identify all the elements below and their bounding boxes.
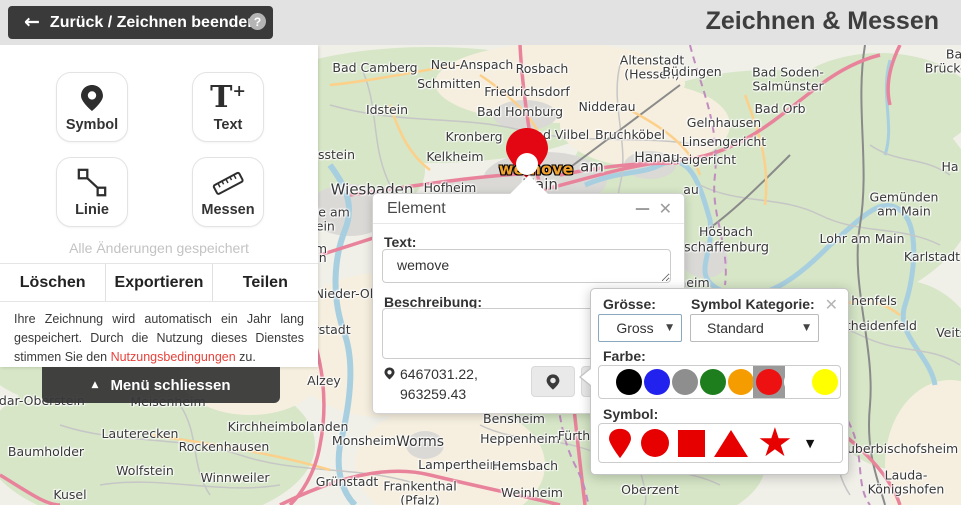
zeichnen-messen-app: Bad CambergNeu-AnspachRosbachAltenstadt … — [0, 0, 961, 505]
color-swatch-box — [598, 365, 841, 399]
popup-close-icon[interactable]: ✕ — [825, 295, 838, 314]
tool-label: Text — [214, 117, 243, 133]
chevron-up-icon: ▲ — [92, 380, 99, 390]
text-input[interactable]: wemove — [382, 249, 671, 283]
map-marker-anchor-dot — [516, 153, 538, 175]
color-swatch-red[interactable] — [756, 369, 782, 395]
linie-icon — [76, 167, 108, 199]
tool-button-messen[interactable]: Messen — [192, 157, 264, 227]
coordinates-value: 6467031.22, 963259.43 — [400, 364, 494, 405]
page-title: Zeichnen & Messen — [706, 7, 939, 36]
chevron-down-icon: ▼ — [803, 323, 810, 333]
color-swatch-orange[interactable] — [728, 369, 754, 395]
minimize-icon[interactable]: — — [635, 199, 650, 217]
help-icon[interactable]: ? — [249, 13, 266, 30]
color-swatch-black[interactable] — [616, 369, 642, 395]
coordinates-display: 6467031.22, 963259.43 — [384, 364, 494, 405]
text-icon: T+ — [210, 82, 246, 114]
symbol-choice-box: ★▼ — [598, 423, 843, 463]
size-select[interactable]: Gross ▼ — [598, 314, 682, 342]
location-pin-icon — [384, 366, 395, 381]
color-swatch-blue[interactable] — [644, 369, 670, 395]
color-swatch-green[interactable] — [700, 369, 726, 395]
color-swatch-gray[interactable] — [672, 369, 698, 395]
dialog-header: Element — ✕ — [373, 194, 684, 224]
color-swatch-yellow[interactable] — [812, 369, 838, 395]
color-label: Farbe: — [603, 348, 646, 364]
back-button-label: Zurück / Zeichnen beenden — [50, 14, 257, 32]
symbol-option-circle[interactable] — [641, 429, 669, 457]
symbol-option-triangle[interactable] — [714, 430, 748, 457]
symbol-label: Symbol: — [603, 406, 658, 422]
symbol-style-button[interactable] — [531, 366, 575, 397]
dialog-pointer — [510, 175, 548, 194]
chevron-down-icon: ▼ — [666, 323, 673, 333]
action-button-row: LöschenExportierenTeilen — [0, 263, 318, 302]
drawing-tools-sidebar: Symbol T+ Text Linie Messen Alle Änderungen … — [0, 45, 318, 367]
close-icon[interactable]: ✕ — [659, 199, 672, 218]
category-label: Symbol Kategorie: — [691, 296, 815, 312]
action-button-teilen[interactable]: Teilen — [212, 264, 318, 301]
pin-icon — [546, 373, 560, 391]
symbol-option-square[interactable] — [678, 430, 705, 457]
color-swatch-white[interactable] — [784, 369, 810, 395]
size-label: Grösse: — [603, 296, 656, 312]
tool-button-symbol[interactable]: Symbol — [56, 72, 128, 142]
symbol-option-pin[interactable] — [608, 428, 632, 459]
symbol-more-chevron-icon[interactable]: ▼ — [806, 437, 814, 450]
menu-close-button[interactable]: ▲ Menü schliessen — [42, 367, 280, 403]
symbol-option-star[interactable]: ★ — [757, 429, 793, 457]
legal-text: Ihre Zeichnung wird automatisch ein Jahr… — [14, 310, 304, 366]
action-button-löschen[interactable]: Löschen — [0, 264, 105, 301]
action-button-exportieren[interactable]: Exportieren — [105, 264, 211, 301]
tool-label: Linie — [75, 202, 109, 218]
terms-link[interactable]: Nutzungsbedingungen — [111, 350, 236, 364]
save-status-text: Alle Änderungen gespeichert — [0, 240, 318, 256]
text-field-label: Text: — [384, 234, 416, 250]
tool-button-linie[interactable]: Linie — [56, 157, 128, 227]
category-select-value: Standard — [707, 320, 764, 336]
category-select[interactable]: Standard ▼ — [690, 314, 819, 342]
top-bar: ← Zurück / Zeichnen beenden ? Zeichnen &… — [0, 0, 961, 45]
tool-grid: Symbol T+ Text Linie Messen — [56, 72, 264, 227]
menu-close-label: Menü schliessen — [110, 377, 230, 394]
tool-label: Symbol — [66, 117, 118, 133]
tool-label: Messen — [201, 202, 254, 218]
symbol-icon — [80, 82, 104, 114]
messen-icon — [210, 167, 246, 199]
tool-button-text[interactable]: T+ Text — [192, 72, 264, 142]
back-arrow-icon: ← — [24, 13, 40, 32]
dialog-title: Element — [387, 200, 446, 218]
symbol-style-popup: ✕ Grösse: Gross ▼ Symbol Kategorie: Stan… — [590, 288, 849, 475]
size-select-value: Gross — [616, 320, 653, 336]
back-finish-drawing-button[interactable]: ← Zurück / Zeichnen beenden — [8, 6, 273, 39]
